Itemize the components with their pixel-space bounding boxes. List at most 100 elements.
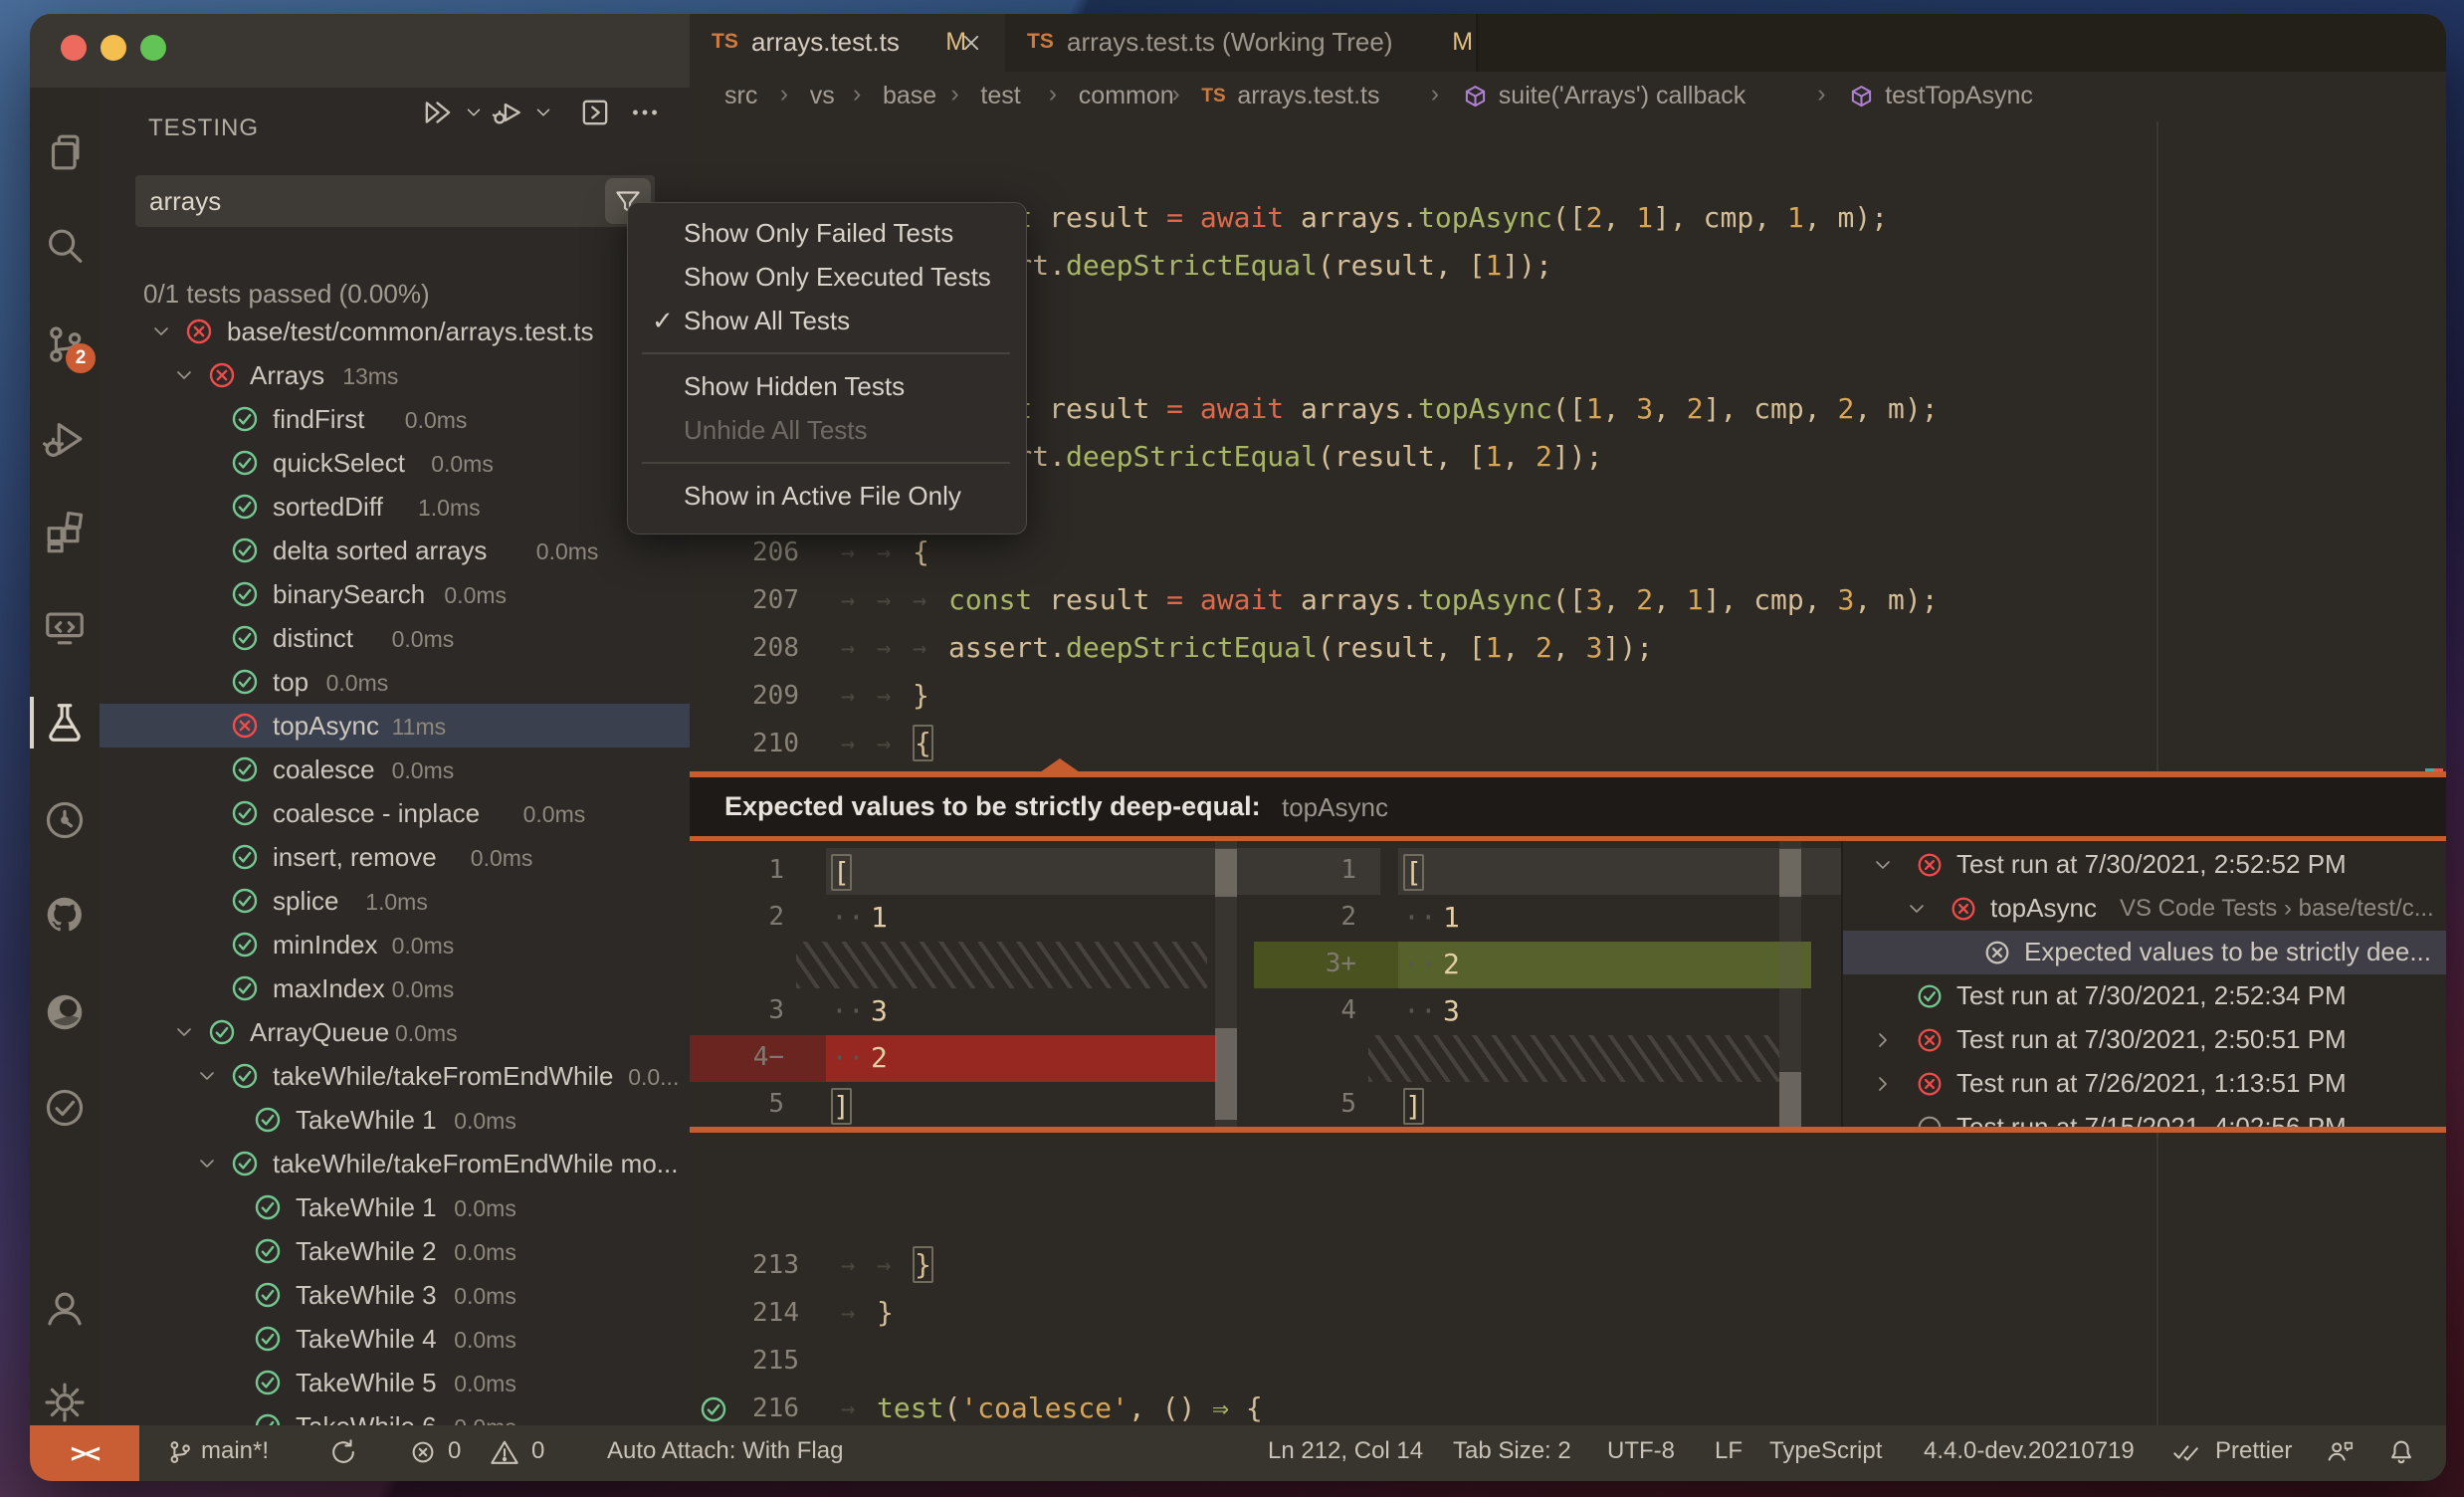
code-line-215[interactable]: 215 [690,1338,2446,1386]
search-icon[interactable] [38,220,92,274]
menu-item[interactable]: Show Only Failed Tests [636,211,1016,255]
feedback-icon[interactable] [2325,1437,2357,1469]
test-filter-input[interactable]: arrays [135,175,655,227]
pass-icon[interactable] [252,1367,284,1398]
pass-icon[interactable] [229,1060,261,1092]
menu-item[interactable]: ✓Show All Tests [636,299,1016,342]
pass-icon[interactable] [229,535,261,566]
github-icon[interactable] [38,888,92,942]
pass-icon[interactable] [229,972,261,1004]
test-run-item[interactable]: topAsyncVS Code Tests › base/test/c... [1843,887,2446,931]
chevron-down-icon[interactable] [149,320,173,343]
test-tree-item[interactable]: takeWhile/takeFromEndWhile0.0... [100,1054,690,1098]
tab-size[interactable]: Tab Size: 2 [1453,1437,1571,1465]
test-tree-item[interactable]: top0.0ms [100,660,690,704]
pass-icon[interactable] [229,929,261,961]
pass-icon[interactable] [252,1191,284,1223]
test-tree-item[interactable]: TakeWhile 10.0ms [100,1098,690,1142]
chevron-down-icon[interactable] [1905,897,1929,921]
branch-icon[interactable] [165,1437,197,1469]
test-run-item[interactable]: Test run at 7/30/2021, 2:52:52 PM [1843,843,2446,887]
pass-icon[interactable] [229,622,261,654]
code-line-207[interactable]: 207→→→const result = await arrays.topAsy… [690,577,2446,625]
remote-explorer-icon[interactable] [38,600,92,654]
breadcrumb-item[interactable]: arrays.test.ts [1237,82,1379,110]
warning-status-icon[interactable] [490,1437,521,1469]
account-icon[interactable] [38,1281,92,1335]
pass-icon[interactable] [252,1410,284,1425]
chevron-right-icon[interactable] [1871,1028,1895,1052]
edge-browser-icon[interactable] [38,985,92,1039]
error-status-icon[interactable] [408,1437,440,1469]
chevron-right-icon[interactable] [1871,1072,1895,1096]
cursor-position[interactable]: Ln 212, Col 14 [1268,1437,1423,1465]
test-tree-item[interactable]: findFirst0.0ms [100,397,690,441]
open-file-icon[interactable] [575,93,615,132]
menu-item[interactable]: Show in Active File Only [636,474,1016,518]
bell-icon[interactable] [2386,1437,2418,1469]
pass-icon[interactable] [229,885,261,917]
formatter[interactable]: Prettier [2215,1437,2292,1465]
test-tree-item[interactable]: TakeWhile 30.0ms [100,1273,690,1317]
test-tree-item[interactable]: distinct0.0ms [100,616,690,660]
version[interactable]: 4.4.0-dev.20210719 [1924,1437,2135,1465]
testing-beaker-icon[interactable] [38,696,92,749]
pass-icon[interactable] [229,797,261,829]
test-run-item[interactable]: Test run at 7/15/2021, 4:02:56 PM [1843,1106,2446,1127]
auto-attach[interactable]: Auto Attach: With Flag [607,1437,843,1465]
test-run-item[interactable]: Test run at 7/30/2021, 2:50:51 PM [1843,1018,2446,1062]
pass-icon[interactable] [206,1016,238,1048]
test-tree-item[interactable]: TakeWhile 10.0ms [100,1185,690,1229]
pass-icon[interactable] [252,1323,284,1355]
fail-icon[interactable] [206,359,238,391]
code-line-213[interactable]: 213→→} [690,1242,2446,1290]
breadcrumb-item[interactable]: src [724,82,757,110]
test-tree-item[interactable]: splice1.0ms [100,879,690,923]
breadcrumb-item[interactable]: suite('Arrays') callback [1499,82,1746,110]
test-tree-item[interactable]: coalesce0.0ms [100,748,690,791]
breadcrumb-item[interactable]: base [883,82,936,110]
test-tree-item[interactable]: takeWhile/takeFromEndWhile mo... [100,1142,690,1185]
pass-icon[interactable] [229,666,261,698]
double-check-icon[interactable] [2171,1437,2203,1469]
code-line-216[interactable]: 216→test('coalesce', () ⇒ { [690,1386,2446,1425]
pass-icon[interactable] [229,491,261,523]
extensions-icon[interactable] [38,506,92,559]
scrollbar-slider[interactable] [1779,849,1801,897]
code-line-214[interactable]: 214→} [690,1290,2446,1338]
pass-icon[interactable] [229,841,261,873]
test-tree-item[interactable]: binarySearch0.0ms [100,572,690,616]
tab-arrays-test-ts--Working-Tree-[interactable]: TSarrays.test.ts (Working Tree)M [1005,14,1478,72]
debug-all-icon[interactable] [488,93,527,132]
code-line-210[interactable]: 210→→{ [690,721,2446,768]
scrollbar-slider[interactable] [1779,1072,1801,1127]
eol[interactable]: LF [1715,1437,1743,1465]
test-tree-item[interactable]: TakeWhile 60.0ms [100,1404,690,1425]
verified-check-icon[interactable] [38,1081,92,1135]
test-tree-item[interactable]: TakeWhile 20.0ms [100,1229,690,1273]
scrollbar-slider[interactable] [1215,849,1237,897]
pass-icon[interactable] [229,447,261,479]
test-tree-item[interactable]: minIndex0.0ms [100,923,690,966]
code-line-206[interactable]: 206→→{ [690,530,2446,577]
pass-icon[interactable] [229,403,261,435]
code-line-209[interactable]: 209→→} [690,673,2446,721]
tab-arrays-test-ts[interactable]: TSarrays.test.tsM [690,14,1007,72]
pass-icon[interactable] [229,753,261,785]
pass-icon[interactable] [229,578,261,610]
test-pass-gutter-icon[interactable] [698,1393,729,1425]
pass-icon[interactable] [229,1148,261,1179]
test-tree-item[interactable]: insert, remove0.0ms [100,835,690,879]
pass-icon[interactable] [252,1235,284,1267]
pass-icon[interactable] [252,1279,284,1311]
breadcrumb-item[interactable]: test [980,82,1020,110]
timeline-icon[interactable] [38,793,92,847]
pass-icon[interactable] [252,1104,284,1136]
test-tree-item[interactable]: topAsync11ms [100,704,690,748]
test-run-item[interactable]: Test run at 7/30/2021, 2:52:34 PM [1843,974,2446,1018]
test-tree-item[interactable]: sortedDiff1.0ms [100,485,690,529]
language-mode[interactable]: TypeScript [1769,1437,1882,1465]
menu-item[interactable]: Unhide All Tests [636,408,1016,452]
test-tree-item[interactable]: TakeWhile 40.0ms [100,1317,690,1361]
close-tab-icon[interactable] [957,29,985,57]
